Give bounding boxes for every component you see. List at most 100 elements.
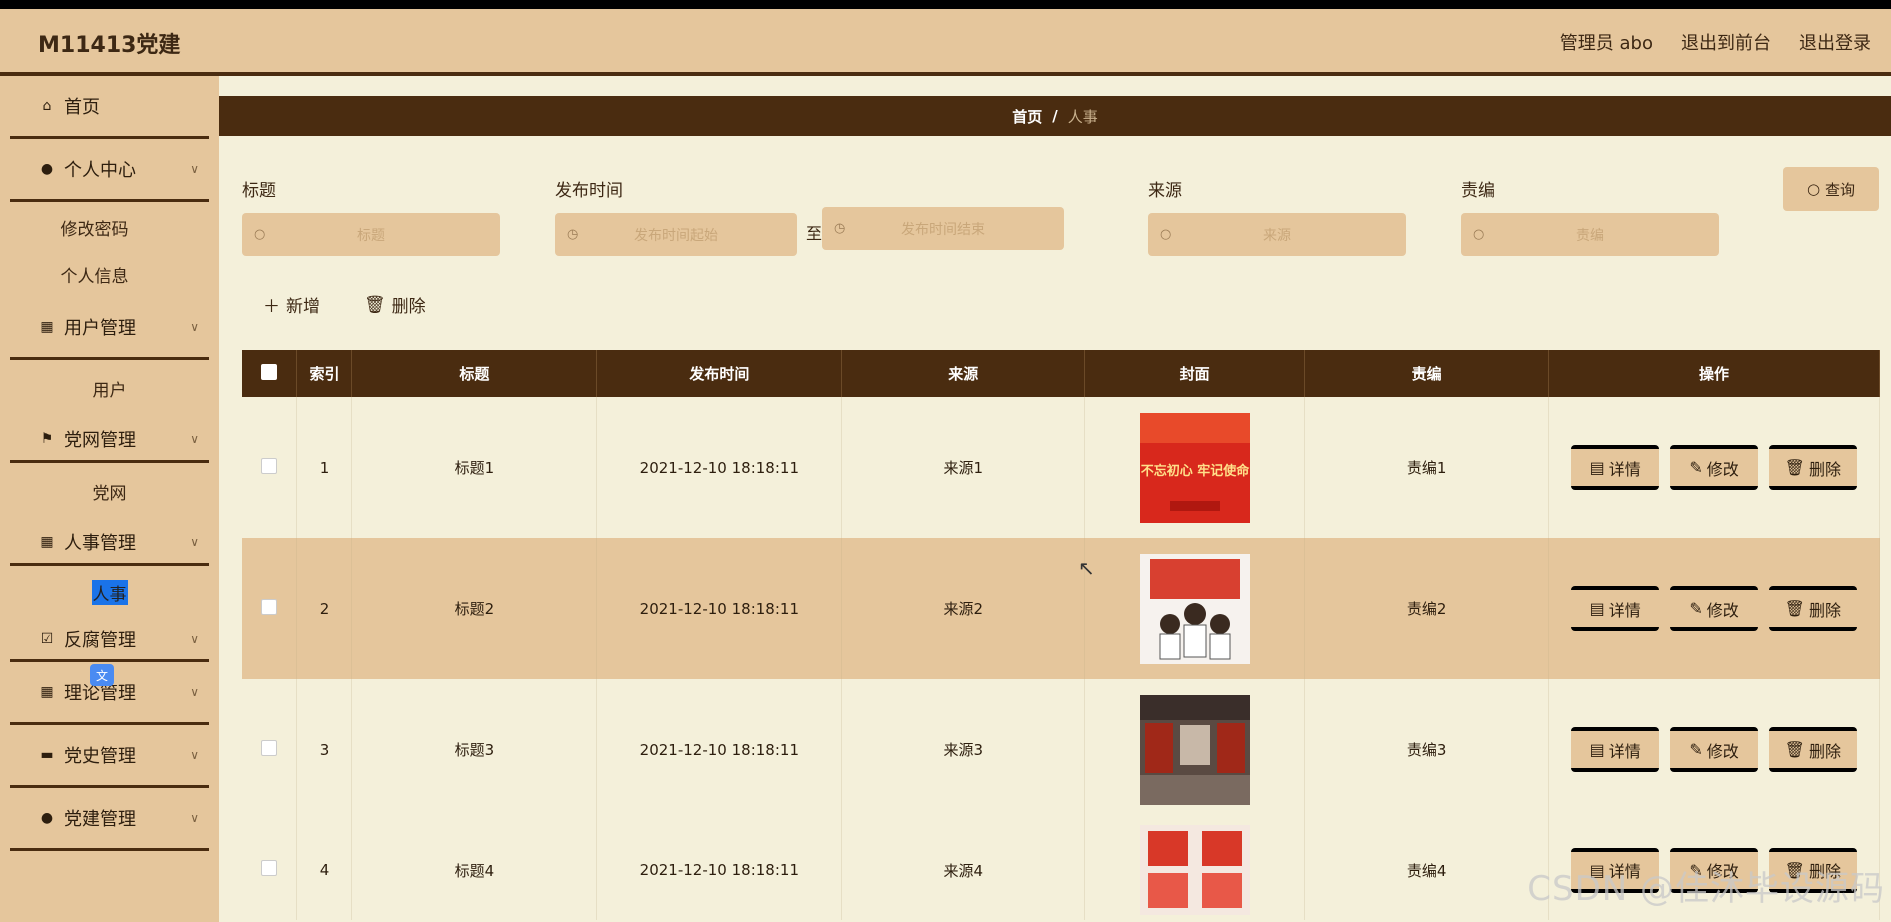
row-select-cell	[242, 538, 298, 679]
pencil-icon: ✎	[1689, 458, 1703, 477]
chevron-down-icon: ∨	[190, 748, 199, 762]
detail-button[interactable]: ▤ 详情	[1571, 727, 1660, 772]
chevron-down-icon: ∨	[190, 431, 199, 446]
add-button[interactable]: ＋新增	[263, 292, 320, 317]
search-icon: ○	[1160, 227, 1172, 242]
search-time-end-input[interactable]: ◷ 发布时间结束	[822, 207, 1064, 250]
cell-index: 1	[296, 397, 353, 538]
clock-icon: ◷	[834, 221, 846, 236]
cell-title: 标题3	[351, 679, 598, 820]
search-time-label: 发布时间	[555, 181, 623, 201]
chevron-down-icon: ∨	[190, 631, 199, 646]
edit-button[interactable]: ✎ 修改	[1670, 445, 1759, 490]
cell-time: 2021-12-10 18:18:11	[596, 538, 843, 679]
edit-button[interactable]: ✎ 修改	[1670, 847, 1759, 893]
trash-icon: 🗑	[1784, 599, 1805, 618]
cover-image[interactable]: 不忘初心 牢记使命	[1139, 412, 1250, 523]
back-to-frontend-link[interactable]: 退出到前台	[1681, 29, 1771, 55]
col-header-editor: 责编	[1304, 350, 1550, 397]
admin-user-link[interactable]: 管理员 abo	[1560, 29, 1653, 55]
search-icon: ○	[1473, 227, 1485, 242]
sidebar-item-party-building-management[interactable]: ● 党建管理 ∨	[10, 788, 209, 851]
user-icon: ●	[40, 161, 54, 177]
table-row: 4 标题4 2021-12-10 18:18:11 来源4 责编4 ▤ 详情 ✎ 修…	[242, 820, 1880, 920]
sidebar-item-party-web[interactable]: 党网	[0, 463, 219, 520]
row-checkbox[interactable]	[261, 457, 278, 474]
edit-button[interactable]: ✎ 修改	[1670, 586, 1759, 631]
select-all-cell	[242, 350, 298, 397]
cell-title: 标题1	[351, 397, 598, 538]
edit-button[interactable]: ✎ 修改	[1670, 727, 1759, 772]
search-source-input[interactable]: ○ 来源	[1148, 213, 1406, 256]
cell-source: 来源1	[841, 397, 1086, 538]
table-header-row: 索引 标题 发布时间 来源 封面 责编 操作	[242, 350, 1880, 397]
pencil-icon: ✎	[1689, 740, 1703, 759]
translate-icon[interactable]: 文	[90, 664, 114, 686]
delete-button[interactable]: 🗑 删除	[1768, 586, 1857, 631]
sidebar-item-party-history-management[interactable]: ▬ 党史管理 ∨	[10, 725, 209, 788]
search-editor-label: 责编	[1461, 181, 1495, 201]
cell-time: 2021-12-10 18:18:11	[596, 820, 843, 920]
cell-time: 2021-12-10 18:18:11	[596, 679, 843, 820]
row-select-cell	[242, 679, 298, 820]
sidebar-item-home[interactable]: ⌂ 首页	[10, 76, 209, 139]
sidebar-item-hr[interactable]: 人事	[0, 566, 219, 618]
clipboard-check-icon: ☑	[40, 630, 54, 647]
bulb-icon: ●	[40, 810, 54, 826]
brand-title: M11413党建	[38, 33, 181, 58]
row-checkbox[interactable]	[261, 860, 278, 876]
search-form: 标题 ○ 标题 发布时间 ◷ 发布时间起始 至 ◷ 发布时间结束 来源 ○ 来源	[242, 176, 1882, 266]
logout-link[interactable]: 退出登录	[1799, 29, 1871, 55]
sidebar-item-hr-management[interactable]: ▦ 人事管理 ∨	[10, 520, 209, 566]
chevron-down-icon: ∨	[190, 685, 199, 699]
detail-button[interactable]: ▤ 详情	[1571, 586, 1660, 631]
cell-source: 来源2	[841, 538, 1086, 679]
sidebar-item-user-management[interactable]: ▦ 用户管理 ∨	[10, 297, 209, 360]
chevron-down-icon: ∨	[190, 320, 199, 334]
delete-button[interactable]: 🗑 删除	[1768, 727, 1857, 772]
sidebar-item-personal-info[interactable]: 个人信息	[0, 252, 219, 297]
cover-image[interactable]	[1139, 553, 1250, 664]
row-select-cell	[242, 820, 298, 920]
detail-button[interactable]: ▤ 详情	[1571, 445, 1660, 490]
sidebar-item-change-password[interactable]: 修改密码	[0, 202, 219, 252]
flag-icon: ⚑	[40, 430, 54, 447]
delete-button[interactable]: 🗑 删除	[1768, 445, 1857, 490]
document-icon: ▤	[1589, 458, 1605, 477]
col-header-cover: 封面	[1084, 350, 1306, 397]
sidebar-item-personal-center[interactable]: ● 个人中心 ∨	[10, 139, 209, 202]
hr-table: 索引 标题 发布时间 来源 封面 责编 操作 1 标题1 2021-12-10 …	[242, 350, 1880, 920]
cell-editor: 责编4	[1304, 820, 1550, 920]
sidebar-item-users[interactable]: 用户	[0, 360, 219, 417]
search-source-field: 来源 ○ 来源	[1148, 176, 1406, 256]
batch-delete-button[interactable]: 🗑 删除	[364, 292, 426, 318]
select-all-checkbox[interactable]	[261, 363, 278, 380]
cell-index: 3	[296, 679, 353, 820]
cell-cover: 不忘初心 牢记使命	[1084, 397, 1306, 538]
detail-button[interactable]: ▤ 详情	[1571, 847, 1660, 893]
range-separator: 至	[806, 224, 823, 243]
cover-image[interactable]	[1139, 694, 1250, 805]
search-editor-input[interactable]: ○ 责编	[1461, 213, 1719, 256]
cell-editor: 责编2	[1304, 538, 1550, 679]
row-checkbox[interactable]	[261, 739, 278, 756]
cell-actions: ▤ 详情 ✎ 修改 🗑 删除	[1548, 679, 1880, 820]
delete-button[interactable]: 🗑 删除	[1768, 847, 1857, 893]
cover-image[interactable]	[1139, 825, 1250, 915]
cell-title: 标题2	[351, 538, 598, 679]
trash-icon: 🗑	[1784, 860, 1805, 880]
cell-source: 来源3	[841, 679, 1086, 820]
search-time-start-input[interactable]: ◷ 发布时间起始	[555, 213, 797, 256]
sidebar-item-party-web-management[interactable]: ⚑ 党网管理 ∨	[10, 417, 209, 463]
cell-time: 2021-12-10 18:18:11	[596, 397, 843, 538]
search-title-input[interactable]: ○ 标题	[242, 213, 500, 256]
trash-icon: 🗑	[364, 294, 386, 315]
chevron-down-icon: ∨	[190, 162, 199, 176]
cell-title: 标题4	[351, 820, 598, 920]
row-checkbox[interactable]	[261, 598, 278, 615]
plus-icon: ＋	[263, 297, 280, 317]
breadcrumb-home[interactable]: 首页	[1012, 106, 1042, 127]
pencil-icon: ✎	[1689, 860, 1703, 880]
sidebar-item-anticorruption-management[interactable]: ☑ 反腐管理 ∨	[10, 618, 209, 662]
query-button[interactable]: ○ 查询	[1783, 167, 1879, 211]
